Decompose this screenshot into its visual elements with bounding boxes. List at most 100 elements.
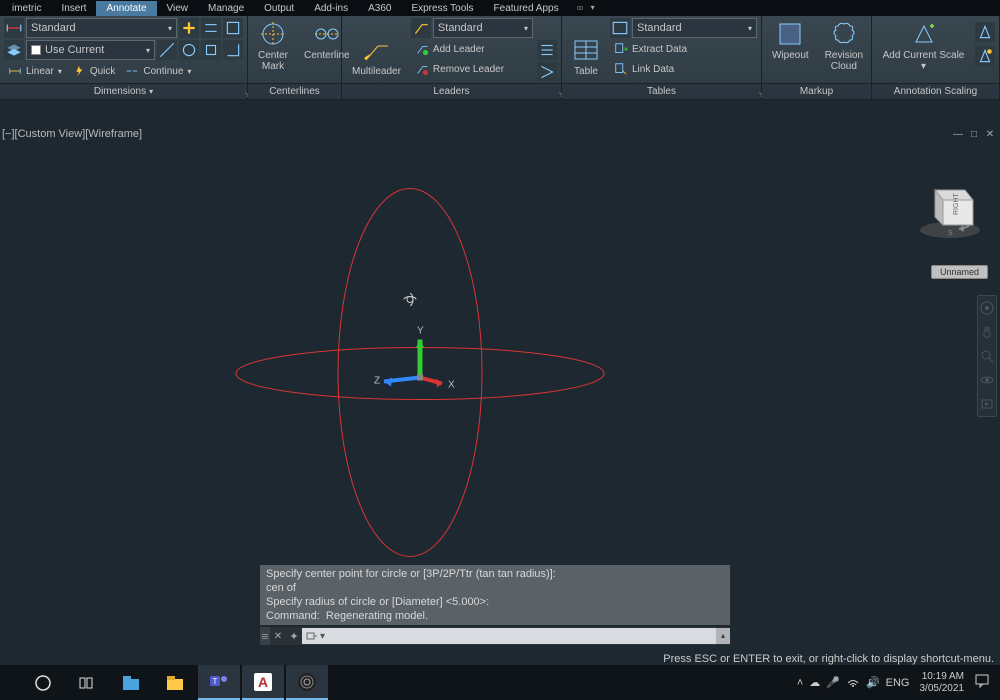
dim-tool-2[interactable] xyxy=(179,40,199,60)
menu-item-a360[interactable]: A360 xyxy=(358,1,401,16)
layer-color-swatch xyxy=(31,45,41,55)
continue-button[interactable]: Continue▾ xyxy=(121,62,195,80)
menu-item-parametric[interactable]: imetric xyxy=(2,1,51,16)
pan-icon[interactable] xyxy=(979,324,995,340)
menu-bar: imetric Insert Annotate View Manage Outp… xyxy=(0,0,1000,16)
panel-tables: Table Standard▾ Extract Data Link Data xyxy=(562,16,762,99)
leader-align-icon[interactable] xyxy=(537,40,557,60)
view-name-tag[interactable]: Unnamed xyxy=(931,265,988,279)
dim-tool-3[interactable] xyxy=(201,40,221,60)
cortana-icon[interactable] xyxy=(22,665,64,700)
add-scale-button[interactable]: Add Current Scale ▾ xyxy=(876,18,971,83)
zoom-icon[interactable] xyxy=(979,348,995,364)
dim-style-combo[interactable]: Standard▾ xyxy=(26,18,177,38)
navigation-bar xyxy=(977,295,997,417)
revision-cloud-button[interactable]: Revision Cloud xyxy=(819,18,869,83)
table-style-icon[interactable] xyxy=(610,18,630,38)
wipeout-button[interactable]: Wipeout xyxy=(766,18,815,83)
scale-sync-icon[interactable] xyxy=(975,46,995,66)
tray-chevron-icon[interactable]: ˄ xyxy=(797,677,803,689)
ribbon: Standard▾ Use Current▾ xyxy=(0,16,1000,100)
panel-dimensions: Standard▾ Use Current▾ xyxy=(0,16,248,99)
continue-label: Continue xyxy=(143,66,183,77)
panel-title-scaling: Annotation Scaling xyxy=(872,83,999,99)
menu-item-featured[interactable]: Featured Apps xyxy=(484,1,569,16)
linear-label: Linear xyxy=(26,66,54,77)
autocad-icon[interactable]: A xyxy=(242,665,284,700)
panel-centerlines: Center Mark Centerline Centerlines xyxy=(248,16,342,99)
status-hint: Press ESC or ENTER to exit, or right-cli… xyxy=(663,653,994,665)
svg-text:X: X xyxy=(448,380,455,391)
center-mark-button[interactable]: Center Mark xyxy=(252,18,294,83)
menu-item-addins[interactable]: Add-ins xyxy=(304,1,358,16)
dim-tool-1[interactable] xyxy=(157,40,177,60)
menu-item-express[interactable]: Express Tools xyxy=(401,1,483,16)
link-data-button[interactable]: Link Data xyxy=(610,60,757,78)
command-history[interactable]: Specify center point for circle or [3P/2… xyxy=(260,565,730,625)
tray-lang[interactable]: ENG xyxy=(886,677,910,689)
linear-button[interactable]: Linear▾ xyxy=(4,62,66,80)
leader-collect-icon[interactable] xyxy=(537,62,557,82)
add-leader-button[interactable]: Add Leader xyxy=(411,40,533,58)
svg-text:T: T xyxy=(213,677,218,686)
menu-overflow[interactable]: ▾ xyxy=(577,3,595,13)
svg-text:RIGHT: RIGHT xyxy=(953,193,960,216)
action-center-icon[interactable] xyxy=(974,673,990,692)
system-tray[interactable]: ˄ ☁ 🎤 🔊 ENG xyxy=(797,674,910,691)
dimension-type-icon[interactable] xyxy=(4,18,24,38)
tray-mic-icon[interactable]: 🎤 xyxy=(826,676,840,689)
panel-title-dimensions[interactable]: Dimensions▾↘ xyxy=(0,83,247,99)
command-drag-handle[interactable] xyxy=(260,627,270,645)
menu-item-output[interactable]: Output xyxy=(254,1,304,16)
command-recent-icon[interactable]: ▴ xyxy=(716,628,730,644)
command-input[interactable]: ▾ xyxy=(302,628,716,644)
command-close-icon[interactable]: ✕ xyxy=(270,631,286,642)
extract-data-button[interactable]: Extract Data xyxy=(610,40,757,58)
table-style-combo[interactable]: Standard▾ xyxy=(632,18,757,38)
dim-tool-4[interactable] xyxy=(223,40,243,60)
scale-list-icon[interactable] xyxy=(975,22,995,42)
teams-icon[interactable]: T xyxy=(198,665,240,700)
svg-text:Z: Z xyxy=(374,376,380,387)
panel-markup: Wipeout Revision Cloud Markup xyxy=(762,16,872,99)
leader-style-icon[interactable] xyxy=(411,18,431,38)
menu-item-insert[interactable]: Insert xyxy=(51,1,96,16)
dim-baseline-icon[interactable] xyxy=(201,18,221,38)
tray-wifi-icon[interactable] xyxy=(846,674,860,691)
full-nav-wheel-icon[interactable] xyxy=(979,300,995,316)
app-files-icon[interactable] xyxy=(110,665,152,700)
quick-button[interactable]: Quick xyxy=(68,62,120,80)
panel-leaders: Multileader Standard▾ Add Leader Remove … xyxy=(342,16,562,99)
leader-style-combo[interactable]: Standard▾ xyxy=(433,18,533,38)
menu-item-annotate[interactable]: Annotate xyxy=(96,1,156,16)
panel-title-leaders[interactable]: Leaders↘ xyxy=(342,83,561,99)
tray-onedrive-icon[interactable]: ☁ xyxy=(809,676,820,689)
dim-layer-icon[interactable] xyxy=(4,40,24,60)
multileader-button[interactable]: Multileader xyxy=(346,18,407,83)
remove-leader-button[interactable]: Remove Leader xyxy=(411,60,533,78)
viewcube[interactable]: S RIGHT xyxy=(915,175,985,245)
svg-text:Y: Y xyxy=(417,326,424,337)
dim-layer-combo[interactable]: Use Current▾ xyxy=(26,40,155,60)
command-line-area: Specify center point for circle or [3P/2… xyxy=(260,565,730,645)
task-view-icon[interactable] xyxy=(66,665,108,700)
panel-title-centerlines: Centerlines xyxy=(248,83,341,99)
menu-item-view[interactable]: View xyxy=(157,1,199,16)
file-explorer-icon[interactable] xyxy=(154,665,196,700)
taskbar-spacer xyxy=(0,665,20,700)
command-customize-icon[interactable]: ✦ xyxy=(286,630,302,643)
dim-style-value: Standard xyxy=(31,22,76,34)
orbit-icon[interactable] xyxy=(979,372,995,388)
taskbar-clock[interactable]: 10:19 AM 3/05/2021 xyxy=(920,671,965,695)
obs-icon[interactable] xyxy=(286,665,328,700)
dim-update-icon[interactable] xyxy=(179,18,199,38)
svg-text:A: A xyxy=(258,674,268,690)
quick-label: Quick xyxy=(90,66,116,77)
table-button[interactable]: Table xyxy=(566,18,606,83)
panel-title-tables[interactable]: Tables↘ xyxy=(562,83,761,99)
tray-volume-icon[interactable]: 🔊 xyxy=(866,676,880,689)
menu-item-manage[interactable]: Manage xyxy=(198,1,254,16)
showmotion-icon[interactable] xyxy=(979,396,995,412)
dim-override-icon[interactable] xyxy=(223,18,243,38)
panel-scaling: Add Current Scale ▾ Annotation Scaling xyxy=(872,16,1000,99)
